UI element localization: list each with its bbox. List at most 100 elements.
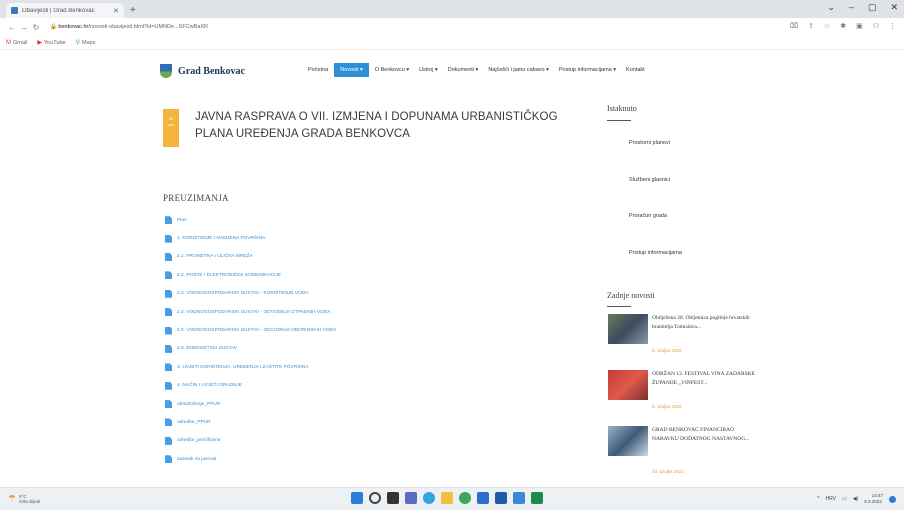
store-icon[interactable] (477, 492, 489, 504)
start-icon[interactable] (351, 492, 363, 504)
file-icon (165, 436, 172, 445)
nav-item[interactable]: Novosti ▾ (334, 63, 369, 77)
reload-icon[interactable]: ↻ (30, 23, 42, 32)
download-link[interactable]: 2.2. POŠTE I ELEKTRONIČKE KOMUNIKACIJE (177, 273, 281, 278)
download-item[interactable]: Plan (165, 211, 336, 229)
notification-icon[interactable] (889, 495, 896, 503)
download-item[interactable]: 2.1. PROMETNA I ULIČNA MREŽA (165, 248, 336, 266)
download-item[interactable]: odredbe_PPUR (165, 413, 336, 431)
site-logo[interactable]: Grad Benkovac (178, 66, 245, 77)
clock[interactable]: 14:47 9.3.2022. (864, 493, 883, 505)
download-item[interactable]: 4. NAČIN I UVJETI GRADNJE (165, 377, 336, 395)
download-link[interactable]: 2.3. VODNOGOSPODARSKI SUSTAV - KORIŠTENJ… (177, 291, 309, 296)
download-link[interactable]: 2.4. VODNOGOSPODARSKI SUSTAV - ODVODNJA … (177, 310, 331, 315)
news-title[interactable]: GRAD BENKOVAC FINANCIRAO NABAVKU DODATNO… (652, 426, 762, 444)
main-navigation: Početna Novosti ▾ O Benkovcu ▾ Ustroj ▾ Doku… (304, 63, 649, 77)
weather-widget[interactable]: ☂ 9°C Kiša slijedi (8, 493, 40, 504)
download-item[interactable]: 2.2. POŠTE I ELEKTRONIČKE KOMUNIKACIJE (165, 266, 336, 284)
news-thumbnail[interactable] (608, 314, 648, 344)
download-link[interactable]: obrazloženje_PPUR (177, 402, 220, 407)
download-item[interactable]: 2.6. ENERGETSKI SUSTAV (165, 340, 336, 358)
nav-item[interactable]: Pristup informacijama ▾ (555, 64, 620, 76)
nav-item[interactable]: O Benkovcu ▾ (371, 64, 413, 76)
browser-toolbar-icons: ⌧ ⇪ ☆ ✱ ▣ ⚇ ⋮ (790, 22, 896, 30)
back-icon[interactable]: ← (6, 23, 18, 32)
download-link[interactable]: 2.5. VODNOGOSPODARSKI SUSTAV - ODVODNJA … (177, 328, 336, 333)
bookmark-youtube[interactable]: ▶ YouTube (37, 39, 65, 47)
file-explorer-icon[interactable] (441, 492, 453, 504)
edge-icon[interactable] (423, 492, 435, 504)
close-tab-icon[interactable]: ✕ (113, 7, 119, 15)
news-thumbnail[interactable] (608, 370, 648, 400)
file-icon (165, 271, 172, 280)
chrome-icon[interactable] (459, 492, 471, 504)
windows-taskbar: ☂ 9°C Kiša slijedi ^ HRV ▭ ◀) 14:47 9.3.… (0, 487, 904, 510)
download-link[interactable]: odredbe_pročišćene (177, 438, 220, 443)
bookmark-maps[interactable]: ⚲ Maps (76, 39, 96, 47)
download-link[interactable]: 2.1. PROMETNA I ULIČNA MREŽA (177, 254, 253, 259)
file-icon (165, 400, 172, 409)
language-indicator[interactable]: HRV (826, 496, 836, 502)
share-icon[interactable]: ⇪ (808, 22, 814, 30)
news-title[interactable]: ODRŽAN 13. FESTIVAL VINA ZADARSKE ŽUPANI… (652, 370, 762, 388)
excel-icon[interactable] (531, 492, 543, 504)
news-title[interactable]: Obilježena 28. Obljetnica pogibije hrvat… (652, 314, 762, 332)
extensions-icon[interactable]: ✱ (840, 22, 846, 30)
nav-item[interactable]: Kontakt (622, 64, 649, 76)
nav-item[interactable]: Početna (304, 64, 332, 76)
profile-icon[interactable]: ⚇ (873, 22, 879, 30)
forward-icon[interactable]: → (18, 23, 30, 32)
city-crest-icon[interactable] (160, 64, 172, 78)
bookmark-gmail[interactable]: M Gmail (6, 40, 27, 46)
nav-item[interactable]: Najčešći i jamu cabavo ▾ (484, 64, 553, 76)
news-item[interactable]: ODRŽAN 13. FESTIVAL VINA ZADARSKE ŽUPANI… (608, 370, 758, 414)
search-icon[interactable] (369, 492, 381, 504)
download-item[interactable]: obrazloženje_PPUR (165, 395, 336, 413)
featured-link[interactable]: Pristup informacijama (629, 250, 682, 256)
tab-title: Obavijesti | Grad Benkovac (22, 7, 95, 14)
network-icon[interactable]: ▭ (842, 496, 847, 502)
download-item[interactable]: 2.3. VODNOGOSPODARSKI SUSTAV - KORIŠTENJ… (165, 285, 336, 303)
news-item[interactable]: Obilježena 28. Obljetnica pogibije hrvat… (608, 314, 758, 358)
featured-link[interactable]: Proračun grada (629, 213, 667, 219)
download-item[interactable]: 2.5. VODNOGOSPODARSKI SUSTAV - ODVODNJA … (165, 321, 336, 339)
maximize-button[interactable]: ▢ (868, 2, 877, 13)
task-view-icon[interactable] (387, 492, 399, 504)
download-link[interactable]: 2.6. ENERGETSKI SUSTAV (177, 346, 237, 351)
download-link[interactable]: 4. NAČIN I UVJETI GRADNJE (177, 383, 242, 388)
news-date: 03. ožujka 2022. (652, 469, 686, 474)
download-link[interactable]: 1. KORIŠTENJE I NAMJENA POVRŠINA (177, 236, 265, 241)
news-thumbnail[interactable] (608, 426, 648, 456)
download-link[interactable]: Plan (177, 218, 187, 223)
download-link[interactable]: odredbe_PPUR (177, 420, 211, 425)
dropdown-icon[interactable]: ⌄ (827, 2, 835, 13)
nav-item[interactable]: Ustroj ▾ (415, 64, 442, 76)
menu-icon[interactable]: ⋮ (889, 22, 896, 30)
featured-link[interactable]: Prostorni planovi (629, 140, 670, 146)
download-item[interactable]: odredbe_pročišćene (165, 432, 336, 450)
download-link[interactable]: 3. UVJETI KORIŠTENJA, UREĐENJA I ZAŠTITE… (177, 365, 308, 370)
featured-link[interactable]: Službeni glasnici (629, 177, 670, 183)
sidebar-icon[interactable]: ▣ (856, 22, 863, 30)
download-item[interactable]: 2.4. VODNOGOSPODARSKI SUSTAV - ODVODNJA … (165, 303, 336, 321)
browser-tab[interactable]: Obavijesti | Grad Benkovac ✕ (6, 3, 124, 18)
volume-icon[interactable]: ◀) (853, 496, 859, 502)
featured-divider (607, 120, 631, 121)
new-tab-button[interactable]: + (130, 5, 136, 16)
tray-chevron-icon[interactable]: ^ (817, 496, 819, 502)
download-item[interactable]: sazetak za javnost (165, 450, 336, 468)
translate-icon[interactable]: ⌧ (790, 22, 798, 30)
close-window-button[interactable]: ✕ (890, 2, 898, 13)
minimize-button[interactable]: – (849, 2, 854, 13)
download-item[interactable]: 3. UVJETI KORIŠTENJA, UREĐENJA I ZAŠTITE… (165, 358, 336, 376)
word-icon[interactable] (495, 492, 507, 504)
bookmark-star-icon[interactable]: ☆ (824, 22, 830, 30)
mail-icon[interactable] (513, 492, 525, 504)
nav-item[interactable]: Dokumenti ▾ (444, 64, 483, 76)
file-icon (165, 455, 172, 464)
chat-icon[interactable] (405, 492, 417, 504)
download-item[interactable]: 1. KORIŠTENJE I NAMJENA POVRŠINA (165, 229, 336, 247)
download-link[interactable]: sazetak za javnost (177, 457, 216, 462)
news-item[interactable]: GRAD BENKOVAC FINANCIRAO NABAVKU DODATNO… (608, 426, 758, 474)
url-field[interactable]: 🔒 benkovac.hr/novosti-obavijesti.html?id… (50, 24, 208, 30)
